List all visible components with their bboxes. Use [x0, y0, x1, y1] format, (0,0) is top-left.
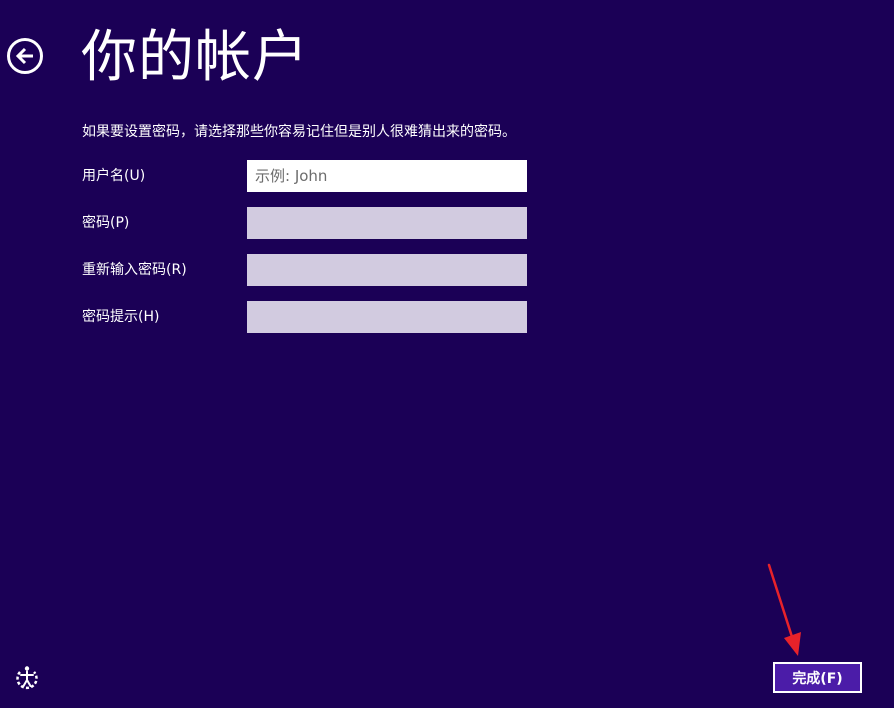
password-input[interactable] [247, 207, 527, 239]
ease-of-access-icon[interactable] [14, 665, 40, 691]
username-label: 用户名(U) [82, 168, 146, 184]
password-label: 密码(P) [82, 215, 130, 231]
confirm-password-input[interactable] [247, 254, 527, 286]
back-button[interactable] [7, 38, 43, 74]
password-hint-label: 密码提示(H) [82, 309, 160, 325]
account-setup-page: 你的帐户 如果要设置密码，请选择那些你容易记住但是别人很难猜出来的密码。 用户名… [0, 0, 894, 708]
page-title: 你的帐户 [81, 25, 309, 90]
password-hint-input[interactable] [247, 301, 527, 333]
annotation-arrow-icon [767, 563, 801, 656]
instructions-text: 如果要设置密码，请选择那些你容易记住但是别人很难猜出来的密码。 [82, 124, 516, 140]
back-arrow-icon [15, 47, 33, 65]
username-input[interactable] [247, 160, 527, 192]
confirm-password-label: 重新输入密码(R) [82, 262, 187, 278]
finish-button[interactable]: 完成(F) [773, 662, 862, 693]
